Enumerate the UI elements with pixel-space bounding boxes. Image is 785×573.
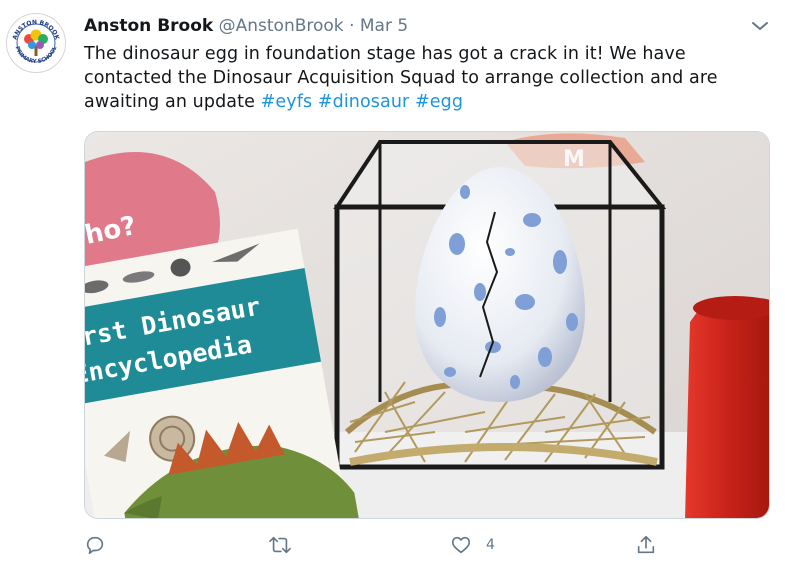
separator-dot: ·	[349, 16, 355, 36]
like-button[interactable]: 4	[450, 530, 495, 560]
photo-illustration: M ho?	[85, 132, 769, 518]
more-options-button[interactable]	[748, 14, 772, 38]
like-count: 4	[486, 537, 495, 553]
avatar[interactable]: ANSTON BROOK PRIMARY SCHOOL	[6, 13, 66, 73]
tweet-header: Anston Brook @AnstonBrook · Mar 5	[84, 15, 408, 39]
hashtag-dinosaur[interactable]: #dinosaur	[318, 92, 409, 112]
tweet-actions: 4	[84, 530, 764, 560]
retweet-button[interactable]	[268, 530, 292, 560]
reply-icon	[86, 536, 104, 555]
share-icon	[637, 535, 655, 554]
hashtag-eyfs[interactable]: #eyfs	[261, 92, 313, 112]
heart-icon	[451, 536, 471, 554]
tweet-card[interactable]: ANSTON BROOK PRIMARY SCHOOL Anston Brook…	[0, 0, 785, 573]
hashtag-egg[interactable]: #egg	[415, 92, 463, 112]
tweet-photo[interactable]: M ho?	[84, 131, 770, 519]
share-button[interactable]	[635, 530, 657, 560]
school-logo: ANSTON BROOK PRIMARY SCHOOL	[9, 16, 63, 70]
user-handle[interactable]: @AnstonBrook	[219, 16, 344, 36]
display-name[interactable]: Anston Brook	[84, 16, 213, 36]
tweet-text: The dinosaur egg in foundation stage has…	[84, 42, 764, 114]
reply-button[interactable]	[84, 530, 106, 560]
chevron-down-icon	[752, 22, 768, 30]
red-cup	[685, 296, 769, 518]
tweet-date[interactable]: Mar 5	[360, 16, 408, 36]
retweet-icon	[269, 536, 291, 554]
